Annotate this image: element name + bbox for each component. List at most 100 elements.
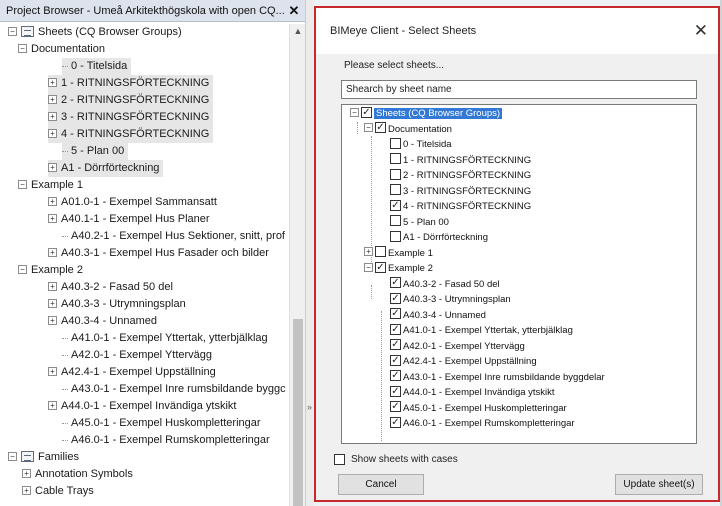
sheet-tree-node[interactable]: ✓ A42.0-1 - Exempel Yttervägg xyxy=(390,339,525,354)
tree-row[interactable]: +4 - RITNINGSFÖRTECKNING xyxy=(48,126,214,143)
sheet-tree-node[interactable]: − ✓ Example 2 xyxy=(364,261,433,276)
sheet-checkbox[interactable]: ✓ xyxy=(390,385,401,397)
sheet-tree-node[interactable]: A1 - Dörrförteckning xyxy=(390,230,488,245)
scrollbar-thumb[interactable] xyxy=(293,319,303,506)
sheet-checkbox[interactable] xyxy=(390,215,401,227)
sheet-tree-node[interactable]: ✓ A42.4-1 - Exempel Uppställning xyxy=(390,354,537,369)
tree-row[interactable]: A41.0-1 - Exempel Yttertak, ytterbjälkla… xyxy=(62,330,272,347)
expand-icon[interactable]: + xyxy=(48,213,57,223)
sheet-tree-node[interactable]: − ✓ Sheets (CQ Browser Groups) xyxy=(350,106,503,121)
sheet-tree-node[interactable]: ✓ A43.0-1 - Exempel Inre rumsbildande byg… xyxy=(390,370,605,385)
expand-icon[interactable]: + xyxy=(48,77,57,87)
tree-row[interactable]: A43.0-1 - Exempel Inre rumsbildande bygg… xyxy=(62,381,289,398)
tree-row[interactable]: − Example 1 xyxy=(18,177,87,194)
panel-splitter[interactable]: » xyxy=(306,0,314,506)
sheet-checkbox[interactable]: ✓ xyxy=(375,261,386,273)
tree-row[interactable]: A46.0-1 - Exempel Rumskompletteringar xyxy=(62,432,274,449)
project-browser-scrollbar[interactable]: ▲ xyxy=(289,24,305,506)
sheet-checkbox[interactable]: ✓ xyxy=(390,323,401,335)
sheet-checkbox[interactable] xyxy=(390,153,401,165)
sheet-checkbox[interactable] xyxy=(390,137,401,149)
sheet-tree-node[interactable]: + Example 1 xyxy=(364,246,433,261)
expand-icon[interactable]: + xyxy=(48,94,57,104)
tree-row[interactable]: + Annotation Symbols xyxy=(22,466,137,483)
sheet-tree-node[interactable]: 1 - RITNINGSFÖRTECKNING xyxy=(390,153,531,168)
tree-row[interactable]: +2 - RITNINGSFÖRTECKNING xyxy=(48,92,214,109)
expand-icon[interactable]: + xyxy=(48,196,57,206)
tree-row[interactable]: 0 - Titelsida xyxy=(62,58,132,75)
close-icon[interactable]: ✕ xyxy=(287,3,301,19)
sheet-checkbox[interactable]: ✓ xyxy=(390,354,401,366)
expand-icon[interactable]: + xyxy=(48,400,57,410)
sheet-tree-node[interactable]: 2 - RITNINGSFÖRTECKNING xyxy=(390,168,531,183)
expand-icon[interactable]: + xyxy=(48,128,57,138)
sheet-checkbox[interactable]: ✓ xyxy=(390,339,401,351)
sheet-checkbox[interactable] xyxy=(375,246,386,258)
close-icon[interactable]: ✕ xyxy=(694,21,708,41)
sheet-tree-node[interactable]: ✓ A45.0-1 - Exempel Huskompletteringar xyxy=(390,401,567,416)
sheet-tree-node[interactable]: ✓ A46.0-1 - Exempel Rumskompletteringar xyxy=(390,416,575,431)
sheet-tree-node[interactable]: 5 - Plan 00 xyxy=(390,215,449,230)
sheet-checkbox[interactable]: ✓ xyxy=(390,292,401,304)
collapse-icon[interactable]: − xyxy=(350,107,359,117)
tree-row[interactable]: + A40.3-1 - Exempel Hus Fasader och bilde… xyxy=(48,245,273,262)
sheet-checkbox[interactable] xyxy=(390,168,401,180)
tree-row[interactable]: A40.2-1 - Exempel Hus Sektioner, snitt, … xyxy=(62,228,289,245)
tree-row[interactable]: A45.0-1 - Exempel Huskompletteringar xyxy=(62,415,265,432)
tree-row[interactable]: − Example 2 xyxy=(18,262,87,279)
tree-row[interactable]: + A40.3-3 - Utrymningsplan xyxy=(48,296,190,313)
collapse-icon[interactable]: − xyxy=(18,179,27,189)
tree-row[interactable]: 5 - Plan 00 xyxy=(62,143,129,160)
expand-icon[interactable]: + xyxy=(48,162,57,172)
tree-row[interactable]: + A40.1-1 - Exempel Hus Planer xyxy=(48,211,214,228)
collapse-icon[interactable]: − xyxy=(8,451,17,461)
sheet-tree-node[interactable]: ✓ A40.3-2 - Fasad 50 del xyxy=(390,277,500,292)
sheet-search-input[interactable] xyxy=(341,80,697,99)
expand-icon[interactable]: + xyxy=(48,281,57,291)
tree-row[interactable]: + A44.0-1 - Exempel Invändiga ytskikt xyxy=(48,398,240,415)
tree-row[interactable]: + A01.0-1 - Exempel Sammansatt xyxy=(48,194,221,211)
sheet-tree-node[interactable]: ✓ A40.3-3 - Utrymningsplan xyxy=(390,292,511,307)
expand-icon[interactable]: + xyxy=(48,111,57,121)
expand-icon[interactable]: + xyxy=(364,247,373,257)
tree-row[interactable]: − Families xyxy=(8,449,83,466)
expand-icon[interactable]: + xyxy=(22,468,31,478)
tree-row[interactable]: + A40.3-2 - Fasad 50 del xyxy=(48,279,177,296)
sheet-tree-node[interactable]: ✓ 4 - RITNINGSFÖRTECKNING xyxy=(390,199,531,214)
update-sheets-button[interactable]: Update sheet(s) xyxy=(615,474,703,495)
collapse-icon[interactable]: − xyxy=(18,264,27,274)
tree-row[interactable]: +3 - RITNINGSFÖRTECKNING xyxy=(48,109,214,126)
sheet-checkbox[interactable]: ✓ xyxy=(390,401,401,413)
expand-icon[interactable]: + xyxy=(48,315,57,325)
expand-icon[interactable]: + xyxy=(48,247,57,257)
collapse-icon[interactable]: − xyxy=(8,26,17,36)
expand-icon[interactable]: + xyxy=(22,485,31,495)
tree-row[interactable]: A42.0-1 - Exempel Yttervägg xyxy=(62,347,216,364)
cancel-button[interactable]: Cancel xyxy=(338,474,424,495)
sheet-checkbox[interactable]: ✓ xyxy=(375,122,386,134)
tree-row[interactable]: − Sheets (CQ Browser Groups) xyxy=(8,24,186,41)
sheet-tree-node[interactable]: ✓ A41.0-1 - Exempel Yttertak, ytterbjälkl… xyxy=(390,323,573,338)
tree-row[interactable]: + A42.4-1 - Exempel Uppställning xyxy=(48,364,220,381)
sheet-tree-node[interactable]: ✓ A44.0-1 - Exempel Invändiga ytskikt xyxy=(390,385,555,400)
sheet-checkbox[interactable]: ✓ xyxy=(361,106,372,118)
show-sheets-with-cases-toggle[interactable]: Show sheets with cases xyxy=(334,454,458,465)
tree-row[interactable]: − Documentation xyxy=(18,41,109,58)
sheet-checkbox[interactable]: ✓ xyxy=(390,416,401,428)
sheet-checkbox[interactable]: ✓ xyxy=(390,277,401,289)
tree-row[interactable]: + A1 - Dörrförteckning xyxy=(48,160,164,177)
tree-row[interactable]: + Cable Trays xyxy=(22,483,98,500)
sheet-tree-node[interactable]: ✓ A40.3-4 - Unnamed xyxy=(390,308,486,323)
sheet-tree-node[interactable]: 3 - RITNINGSFÖRTECKNING xyxy=(390,184,531,199)
collapse-icon[interactable]: − xyxy=(364,123,373,133)
sheet-checkbox[interactable] xyxy=(390,230,401,242)
show-cases-checkbox[interactable] xyxy=(334,454,345,465)
tree-row[interactable]: +1 - RITNINGSFÖRTECKNING xyxy=(48,75,214,92)
sheet-checkbox[interactable]: ✓ xyxy=(390,199,401,211)
scroll-up-icon[interactable]: ▲ xyxy=(290,26,305,36)
expand-icon[interactable]: + xyxy=(48,366,57,376)
sheet-checkbox[interactable] xyxy=(390,184,401,196)
sheet-tree-node[interactable]: 0 - Titelsida xyxy=(390,137,452,152)
collapse-icon[interactable]: − xyxy=(18,43,27,53)
sheet-checkbox[interactable]: ✓ xyxy=(390,308,401,320)
